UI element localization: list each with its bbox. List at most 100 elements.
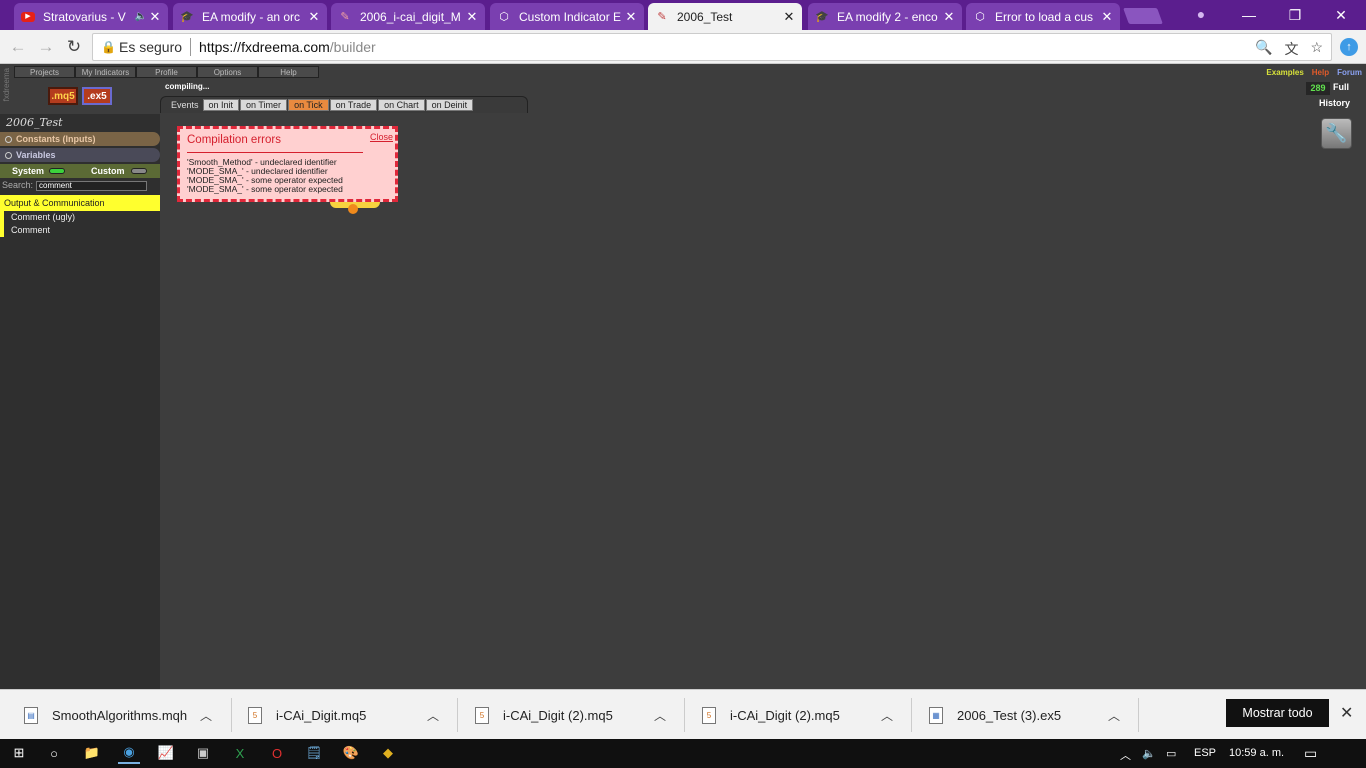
fxdreema-icon: ✎ (657, 11, 667, 23)
tab-title: Custom Indicator E (519, 9, 622, 24)
browser-tab-strip: ▶ Stratovarius - V 🔈 ✕ 🎓 EA modify - an … (0, 0, 1366, 30)
tab-on-timer[interactable]: on Timer (240, 99, 288, 111)
opera-icon[interactable]: O (266, 742, 288, 764)
menu-help[interactable]: Help (258, 66, 319, 78)
chevron-up-icon[interactable]: ︿ (427, 707, 439, 724)
network-icon[interactable]: ▭ (1166, 747, 1176, 760)
close-tab-icon[interactable]: ✕ (148, 9, 162, 25)
events-label: Events (171, 100, 199, 110)
restore-icon[interactable]: ❐ (1272, 0, 1318, 30)
tab-on-trade[interactable]: on Trade (329, 99, 378, 111)
menu-profile[interactable]: Profile (136, 66, 197, 78)
cortana-icon[interactable]: ○ (43, 742, 65, 764)
block-output-dot[interactable] (348, 204, 358, 214)
close-tab-icon[interactable]: ✕ (307, 9, 321, 25)
search-input[interactable]: comment (36, 181, 147, 191)
top-links: Examples Help Forum (1266, 68, 1362, 77)
minimize-icon[interactable]: — (1226, 0, 1272, 30)
browser-tab[interactable]: 🎓 EA modify - an orc ✕ (173, 3, 327, 30)
mute-icon[interactable]: 🔈 (134, 11, 148, 22)
block-comment-ugly[interactable]: Comment (ugly) (0, 211, 160, 224)
reload-icon[interactable]: ↻ (63, 36, 85, 58)
constants-section[interactable]: Constants (Inputs) (0, 132, 160, 146)
close-tab-icon[interactable]: ✕ (782, 9, 796, 25)
chevron-up-icon[interactable]: ︿ (654, 707, 666, 724)
download-item[interactable]: 5 i-CAi_Digit (2).mq5 (702, 703, 840, 727)
close-tab-icon[interactable]: ✕ (942, 9, 956, 25)
popup-title: Compilation errors (187, 134, 281, 146)
extension-icon[interactable]: ↑ (1340, 38, 1358, 56)
zoom-icon[interactable]: 🔍 (1255, 39, 1272, 59)
wrench-icon[interactable]: 🔧 (1321, 118, 1352, 149)
tab-on-chart[interactable]: on Chart (378, 99, 425, 111)
help-link[interactable]: Help (1312, 68, 1329, 77)
tab-on-deinit[interactable]: on Deinit (425, 99, 474, 111)
mq5-button[interactable]: .mq5 (48, 87, 78, 105)
bookmark-star-icon[interactable]: ☆ (1310, 39, 1323, 59)
chart-app-icon[interactable]: 📈 (155, 742, 177, 764)
tab-on-init[interactable]: on Init (202, 99, 240, 111)
close-window-icon[interactable]: ✕ (1318, 0, 1364, 30)
download-item[interactable]: 5 i-CAi_Digit.mq5 (248, 703, 366, 727)
paint-icon[interactable]: 🎨 (340, 742, 362, 764)
browser-tab[interactable]: ⬡ Custom Indicator E ✕ (490, 3, 644, 30)
lock-icon: 🔒 (101, 40, 116, 54)
browser-tab-active[interactable]: ✎ 2006_Test ✕ (648, 3, 802, 30)
history-button[interactable]: History (1319, 98, 1350, 108)
file-explorer-icon[interactable]: 📁 (81, 742, 103, 764)
new-tab-button[interactable] (1123, 8, 1163, 24)
forum-link[interactable]: Forum (1337, 68, 1362, 77)
volume-icon[interactable]: 🔈 (1142, 747, 1156, 760)
download-filename: 2006_Test (3).ex5 (957, 707, 1062, 723)
chevron-up-icon[interactable]: ︿ (1120, 747, 1131, 763)
menu-projects[interactable]: Projects (14, 66, 75, 78)
clock[interactable]: 10:59 a. m. (1229, 747, 1284, 759)
close-tab-icon[interactable]: ✕ (624, 9, 638, 25)
translate-icon[interactable]: 文 (1284, 39, 1298, 59)
menu-options[interactable]: Options (197, 66, 258, 78)
browser-tab[interactable]: 🎓 EA modify 2 - enco ✕ (808, 3, 962, 30)
chevron-up-icon[interactable]: ︿ (200, 707, 212, 724)
back-icon[interactable]: ← (7, 36, 29, 58)
menu-my-indicators[interactable]: My Indicators (75, 66, 136, 78)
examples-link[interactable]: Examples (1266, 68, 1303, 77)
close-tab-icon[interactable]: ✕ (1100, 9, 1114, 25)
custom-toggle[interactable] (131, 168, 147, 174)
category-output-communication[interactable]: Output & Communication (0, 195, 160, 211)
forward-icon[interactable]: → (35, 36, 57, 58)
system-toggle[interactable] (49, 168, 65, 174)
chevron-up-icon[interactable]: ︿ (881, 707, 893, 724)
builder-app: fxdreema Projects My Indicators Profile … (0, 64, 1366, 689)
show-all-button[interactable]: Mostrar todo (1226, 699, 1329, 727)
excel-icon[interactable]: X (229, 742, 251, 764)
variables-section[interactable]: Variables (0, 148, 160, 162)
language-indicator[interactable]: ESP (1194, 747, 1216, 759)
tab-on-tick[interactable]: on Tick (288, 99, 329, 111)
download-item[interactable]: ▦ 2006_Test (3).ex5 (929, 703, 1061, 727)
browser-tab[interactable]: ✎ 2006_i-cai_digit_M ✕ (331, 3, 485, 30)
close-downloads-icon[interactable]: ✕ (1340, 703, 1353, 723)
windows-start-icon[interactable]: ⊞ (8, 742, 30, 764)
block-comment[interactable]: Comment (0, 224, 160, 237)
full-button[interactable]: Full (1333, 82, 1349, 92)
windows-taskbar: ⊞ ○ 📁 ◉ 📈 ▣ X O 🗒 🎨 ◆ ︿ 🔈 ▭ ESP 10:59 a.… (0, 739, 1366, 768)
chrome-icon[interactable]: ◉ (118, 742, 140, 764)
ex5-button[interactable]: .ex5 (82, 87, 112, 105)
chevron-up-icon[interactable]: ︿ (1108, 707, 1120, 724)
popup-close-link[interactable]: Close (370, 132, 393, 142)
download-item[interactable]: ▤ SmoothAlgorithms.mqh (24, 703, 187, 727)
close-tab-icon[interactable]: ✕ (465, 9, 479, 25)
profile-icon[interactable]: ● (1192, 6, 1210, 24)
notes-icon[interactable]: 🗒 (303, 742, 325, 764)
metaeditor-icon[interactable]: ◆ (377, 742, 399, 764)
status-text: compiling... (165, 82, 210, 91)
image-app-icon[interactable]: ▣ (192, 742, 214, 764)
download-filename: i-CAi_Digit (2).mq5 (503, 707, 613, 723)
browser-tab[interactable]: ▶ Stratovarius - V 🔈 ✕ (14, 3, 168, 30)
tab-title: 2006_i-cai_digit_M (360, 9, 461, 24)
address-bar[interactable]: 🔒 Es seguro https://fxdreema.com/builder… (92, 33, 1332, 61)
download-item[interactable]: 5 i-CAi_Digit (2).mq5 (475, 703, 613, 727)
notifications-icon[interactable]: ▭ (1304, 745, 1317, 762)
download-filename: SmoothAlgorithms.mqh (52, 707, 188, 723)
browser-tab[interactable]: ⬡ Error to load a cus ✕ (966, 3, 1120, 30)
